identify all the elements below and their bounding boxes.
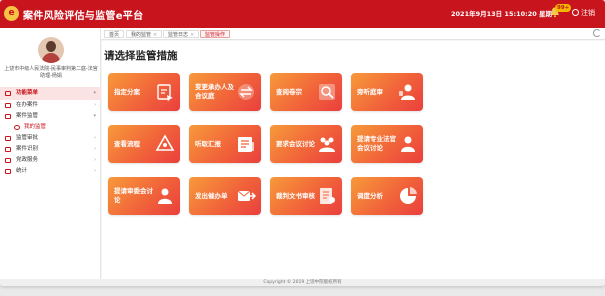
sidebar-item-function-menu[interactable]: 功能菜单 ▾ [0, 87, 101, 100]
card-document-review[interactable]: 裁判文书审核 [270, 177, 342, 215]
user-name: 上饶市中级人民法院-民事审判第二庭-法官助理-杨娟 [4, 66, 98, 79]
card-view-flow[interactable]: 查看流程 [108, 125, 180, 163]
card-label: 旁听庭审 [357, 87, 383, 96]
chevron-right-icon: › [94, 102, 96, 108]
avatar-body [42, 53, 60, 63]
notification-badge: 99+ [555, 4, 572, 12]
card-committee-discussion[interactable]: 提请审委会讨论 [108, 177, 180, 215]
datetime-display: 2021年9月13日 15:10:20 星期一 [451, 10, 559, 18]
card-label: 指定分案 [114, 87, 140, 96]
card-label: 要求会议讨论 [276, 139, 315, 148]
card-label: 发出催办单 [195, 191, 228, 200]
urge-icon [236, 186, 257, 206]
footer: Copyright © 2019 上饶中院版权所有 [0, 279, 605, 286]
search-file-icon [317, 82, 337, 102]
sidebar-item-label: 功能菜单 [16, 90, 39, 96]
card-hear-report[interactable]: 听取汇报 [189, 125, 261, 163]
tab-label: 监管日志 [168, 32, 189, 38]
home-icon [5, 91, 11, 96]
card-label: 提请审委会讨论 [114, 187, 153, 204]
approve-icon [5, 136, 11, 141]
logout-label: 注销 [581, 9, 595, 17]
committee-icon [155, 186, 175, 206]
sidebar-menu: 功能菜单 ▾ 在办案件 › 案件监管 ▾ 我的监管 监管审批 › 案件识别 › 党政服务 ›… [0, 87, 101, 177]
sidebar-item-statistics[interactable]: 统计 › [0, 166, 101, 177]
sidebar-item-label: 统计 [16, 168, 28, 174]
card-label: 查看流程 [114, 139, 140, 148]
close-icon[interactable]: × [190, 32, 194, 38]
page-title: 请选择监管措施 [104, 50, 178, 62]
identify-icon [5, 147, 11, 152]
flow-icon [155, 134, 175, 154]
logout-button[interactable]: 注销 [572, 8, 595, 18]
meeting-icon [317, 134, 337, 154]
stats-icon [5, 169, 11, 174]
card-dispatch-analysis[interactable]: 调度分析 [351, 177, 423, 215]
card-label: 调度分析 [357, 191, 383, 200]
chevron-right-icon: › [94, 146, 96, 152]
tab-label: 我的监管 [131, 32, 152, 38]
sidebar-item-case-identification[interactable]: 案件识别 › [0, 144, 101, 155]
card-review-files[interactable]: 查阅卷宗 [270, 73, 342, 111]
avatar [38, 37, 64, 63]
card-assign-case[interactable]: 指定分案 [108, 73, 180, 111]
card-change-handler[interactable]: 变更承办人及合议庭 [189, 73, 261, 111]
chevron-down-icon: ▾ [93, 113, 96, 119]
tab-supervision-action[interactable]: 监管操作 [200, 30, 231, 38]
case-icon [5, 103, 11, 108]
sidebar-item-case-supervision[interactable]: 案件监管 ▾ [0, 111, 101, 122]
app-logo: e [4, 6, 19, 21]
tab-label: 监管操作 [205, 32, 226, 38]
card-label: 变更承办人及合议庭 [195, 83, 234, 100]
card-label: 提请专业法官会议讨论 [357, 135, 396, 152]
app-title: 案件风险评估与监管e平台 [23, 11, 144, 22]
card-request-meeting[interactable]: 要求会议讨论 [270, 125, 342, 163]
card-label: 裁判文书审核 [276, 191, 315, 200]
tab-supervision-log[interactable]: 监管日志 × [163, 30, 200, 38]
service-icon [5, 158, 11, 163]
card-label: 查阅卷宗 [276, 87, 302, 96]
report-icon [236, 134, 256, 154]
close-icon[interactable]: × [153, 32, 157, 38]
sidebar-item-label: 监管审批 [16, 135, 39, 141]
tab-bar: 首页 我的监管 × 监管日志 × 监管操作 [101, 28, 605, 40]
sidebar-item-supervision-approval[interactable]: 监管审批 › [0, 133, 101, 144]
avatar-head [46, 41, 56, 52]
sidebar-item-label: 案件识别 [16, 146, 39, 152]
sidebar: 上饶市中级人民法院-民事审判第二庭-法官助理-杨娟 功能菜单 ▾ 在办案件 › 案件… [0, 28, 101, 279]
refresh-icon[interactable] [593, 29, 601, 37]
app-window: e 案件风险评估与监管e平台 2021年9月13日 15:10:20 星期一 9… [0, 0, 605, 286]
chart-icon [398, 186, 418, 206]
audit-icon [398, 82, 418, 102]
tab-home[interactable]: 首页 [104, 30, 125, 38]
power-icon [572, 9, 579, 16]
judge-meeting-icon [398, 134, 418, 154]
change-icon [236, 82, 256, 102]
chevron-right-icon: › [94, 157, 96, 163]
assign-icon [155, 82, 175, 102]
sidebar-item-my-supervision[interactable]: 我的监管 [0, 122, 101, 133]
circle-icon [14, 125, 20, 130]
supervise-icon [5, 114, 11, 119]
document-icon [317, 186, 337, 206]
card-label: 听取汇报 [195, 139, 221, 148]
sidebar-item-label: 案件监管 [16, 113, 39, 119]
tab-label: 首页 [109, 32, 120, 38]
sidebar-item-party-service[interactable]: 党政服务 › [0, 155, 101, 166]
main-content: 请选择监管措施 指定分案 变更承办人及合议庭 查阅卷宗 旁听庭审 查看流程 听取… [102, 41, 605, 279]
chevron-right-icon: › [94, 168, 96, 174]
sidebar-item-active-cases[interactable]: 在办案件 › [0, 100, 101, 111]
sidebar-item-label: 党政服务 [16, 157, 39, 163]
sidebar-item-label: 我的监管 [24, 124, 47, 130]
card-judge-meeting[interactable]: 提请专业法官会议讨论 [351, 125, 423, 163]
top-bar: e 案件风险评估与监管e平台 2021年9月13日 15:10:20 星期一 9… [0, 0, 605, 28]
tab-my-supervision[interactable]: 我的监管 × [126, 30, 163, 38]
card-urge-notice[interactable]: 发出催办单 [189, 177, 261, 215]
chevron-down-icon: ▾ [93, 90, 96, 96]
chevron-right-icon: › [94, 135, 96, 141]
card-audit-trial[interactable]: 旁听庭审 [351, 73, 423, 111]
sidebar-item-label: 在办案件 [16, 102, 39, 108]
